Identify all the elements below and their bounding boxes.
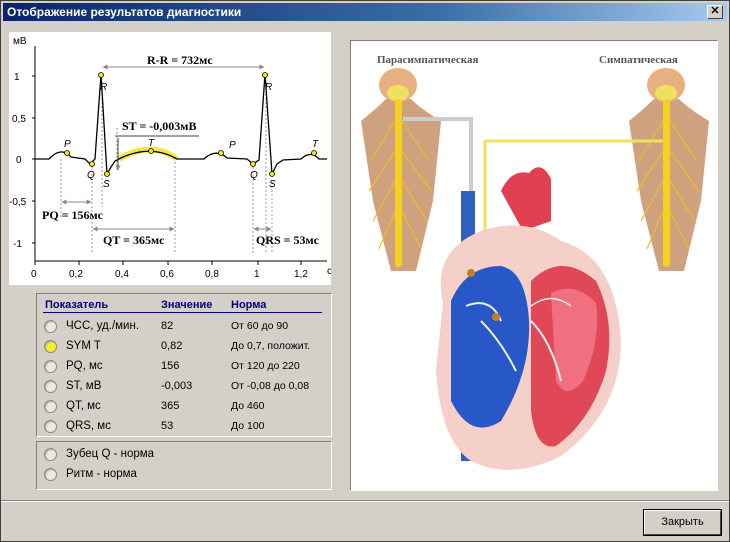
parameter-radio[interactable] (44, 340, 57, 353)
parameter-value: 0,82 (161, 340, 183, 352)
window-title: Отображение результатов диагностики (7, 5, 242, 19)
header-value: Значение (161, 299, 213, 311)
conclusion-row[interactable]: Ритм - норма (43, 466, 323, 484)
parameter-value: 82 (161, 320, 174, 332)
close-button[interactable]: Закрыть (644, 510, 721, 535)
parameter-value: 156 (161, 360, 180, 372)
wave-label-q: Q (250, 170, 258, 181)
conclusions-panel: Зубец Q - норма Ритм - норма (36, 441, 332, 490)
heart-illustration (436, 167, 621, 470)
conclusion-radio[interactable] (44, 448, 57, 461)
parameter-name: QT, мс (66, 400, 101, 412)
title-bar: Отображение результатов диагностики ✕ (3, 3, 727, 21)
footer-separator (1, 500, 729, 502)
conclusion-label: Ритм - норма (66, 468, 137, 480)
parameter-norm: До 0,7, положит. (231, 340, 311, 352)
wave-label-t: T (148, 138, 155, 149)
wave-label-p: P (229, 140, 236, 151)
parameter-row[interactable]: SYM T 0,82 До 0,7, положит. (43, 338, 329, 356)
sympathetic-label: Симпатическая (599, 54, 678, 66)
wave-label-s: S (269, 179, 276, 190)
diagnostics-window: Отображение результатов диагностики ✕ мВ… (0, 0, 730, 542)
parameter-row[interactable]: ЧСС, уд./мин. 82 От 60 до 90 (43, 318, 329, 336)
parasympathetic-label: Парасимпатическая (377, 54, 478, 66)
wave-label-q: Q (87, 170, 95, 181)
wave-label-r: R (265, 82, 272, 93)
header-indicator: Показатель (45, 299, 109, 311)
header-norm: Норма (231, 299, 267, 311)
parasympathetic-figure (361, 68, 441, 271)
wave-label-s: S (103, 179, 110, 190)
y-axis-unit: мВ (13, 36, 27, 47)
heart-innervation-diagram: Парасимпатическая Симпатическая (350, 40, 718, 491)
sympathetic-figure (629, 68, 709, 271)
parameter-name: SYM T (66, 340, 101, 352)
parameter-name: ЧСС, уд./мин. (66, 320, 140, 332)
parameter-value: 365 (161, 400, 180, 412)
parameter-norm: От -0,08 до 0,08 (231, 380, 310, 392)
window-close-button[interactable]: ✕ (707, 5, 723, 19)
x-tick-label: 0,8 (205, 269, 219, 280)
parameter-norm: От 120 до 220 (231, 360, 300, 372)
y-tick-label: 0,5 (12, 114, 26, 125)
parameter-norm: До 460 (231, 400, 265, 412)
rr-interval-label: R-R = 732мс (147, 53, 213, 67)
parameter-norm: От 60 до 90 (231, 320, 289, 332)
x-tick-label: 1 (254, 269, 260, 280)
parameters-table: Показатель Значение Норма ЧСС, уд./мин. 8… (36, 293, 332, 437)
parameter-radio[interactable] (44, 360, 57, 373)
parameter-row[interactable]: ST, мВ -0,003 От -0,08 до 0,08 (43, 378, 329, 396)
x-axis-unit: с (327, 266, 331, 277)
x-tick-label: 1,2 (294, 269, 308, 280)
parameter-row[interactable]: QRS, мс 53 До 100 (43, 418, 329, 436)
y-tick-label: -0,5 (9, 197, 27, 208)
x-tick-label: 0,2 (69, 269, 83, 280)
conclusion-radio[interactable] (44, 468, 57, 481)
parameter-norm: До 100 (231, 420, 265, 432)
parameter-radio[interactable] (44, 380, 57, 393)
st-segment-label: ST = -0,003мВ (122, 119, 196, 133)
qrs-interval-label: QRS = 53мс (256, 233, 320, 247)
conclusion-row[interactable]: Зубец Q - норма (43, 446, 323, 464)
qt-interval-label: QT = 365мс (103, 233, 165, 247)
pq-interval-label: PQ = 156мс (42, 208, 104, 222)
parameter-name: ST, мВ (66, 380, 102, 392)
parameter-name: PQ, мс (66, 360, 103, 372)
parameter-value: -0,003 (161, 380, 193, 392)
parameter-row[interactable]: QT, мс 365 До 460 (43, 398, 329, 416)
parameter-row[interactable]: PQ, мс 156 От 120 до 220 (43, 358, 329, 376)
wave-label-p: P (64, 139, 71, 150)
parameter-radio[interactable] (44, 320, 57, 333)
parameter-radio[interactable] (44, 420, 57, 433)
y-tick-label: -1 (13, 239, 22, 250)
parameters-header: Показатель Значение Норма (43, 298, 322, 313)
y-tick-label: 1 (14, 72, 20, 83)
parameter-radio[interactable] (44, 400, 57, 413)
x-tick-label: 0 (31, 269, 37, 280)
wave-label-t: T (312, 139, 319, 150)
parameter-name: QRS, мс (66, 420, 111, 432)
wave-label-r: R (100, 82, 107, 93)
conclusion-label: Зубец Q - норма (66, 448, 155, 460)
x-tick-label: 0,6 (160, 269, 174, 280)
x-tick-label: 0,4 (115, 269, 129, 280)
ecg-chart: мВ 1 0,5 0 -0,5 -1 0 0,2 0,4 0,6 0,8 1 1… (9, 32, 331, 285)
parameter-value: 53 (161, 420, 174, 432)
y-tick-label: 0 (16, 155, 22, 166)
